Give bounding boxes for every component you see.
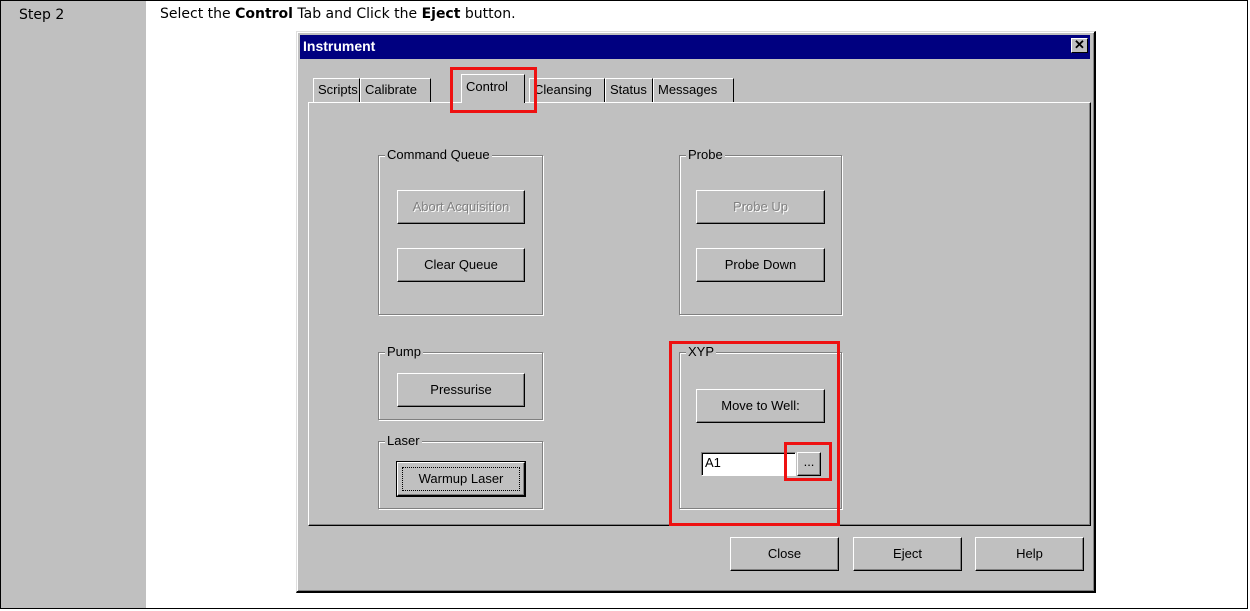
tab-scripts[interactable]: Scripts	[313, 78, 360, 102]
warmup-laser-button[interactable]: Warmup Laser	[396, 461, 526, 497]
dialog-title: Instrument	[303, 38, 376, 54]
tab-calibrate[interactable]: Calibrate	[360, 78, 431, 102]
focus-ring	[402, 467, 520, 491]
abort-acquisition-button[interactable]: Abort Acquisition	[397, 190, 525, 224]
probe-up-button[interactable]: Probe Up	[696, 190, 825, 224]
instruction-part: button.	[460, 6, 516, 22]
step-label: Step 2	[19, 7, 65, 23]
tab-control[interactable]: Control	[461, 74, 525, 103]
move-to-well-button[interactable]: Move to Well:	[696, 389, 825, 423]
clear-queue-button[interactable]: Clear Queue	[397, 248, 525, 282]
help-button[interactable]: Help	[975, 537, 1084, 571]
instrument-dialog: Instrument ✕ Scripts Calibrate Control C…	[296, 31, 1096, 593]
well-input[interactable]: A1	[701, 452, 796, 476]
tab-messages[interactable]: Messages	[653, 78, 734, 102]
dialog-titlebar[interactable]: Instrument ✕	[300, 35, 1090, 59]
instruction-part: Tab and Click the	[292, 6, 422, 22]
laser-group: Laser Warmup Laser	[378, 433, 543, 509]
close-icon[interactable]: ✕	[1071, 38, 1088, 53]
laser-label: Laser	[385, 433, 422, 449]
instruction-part: Select the	[160, 6, 236, 22]
browse-well-button[interactable]: ...	[797, 452, 821, 476]
probe-down-button[interactable]: Probe Down	[696, 248, 825, 282]
command-queue-label: Command Queue	[385, 147, 492, 163]
tab-status[interactable]: Status	[605, 78, 653, 102]
pressurise-button[interactable]: Pressurise	[397, 373, 525, 407]
pump-label: Pump	[385, 344, 423, 360]
xyp-label: XYP	[686, 344, 717, 360]
close-button[interactable]: Close	[730, 537, 839, 571]
xyp-group: XYP Move to Well: A1 ...	[679, 344, 842, 509]
probe-label: Probe	[686, 147, 725, 163]
tab-cleansing[interactable]: Cleansing	[529, 78, 605, 102]
command-queue-group: Command Queue Abort Acquisition Clear Qu…	[378, 147, 543, 315]
instruction-eject-word: Eject	[421, 6, 461, 22]
control-tab-panel: Command Queue Abort Acquisition Clear Qu…	[308, 102, 1091, 526]
eject-button[interactable]: Eject	[853, 537, 962, 571]
instruction-control-word: Control	[235, 6, 293, 22]
step-cell: Step 2	[0, 0, 147, 609]
probe-group: Probe Probe Up Probe Down	[679, 147, 842, 315]
instruction-text: Select the Control Tab and Click the Eje…	[160, 6, 516, 22]
pump-group: Pump Pressurise	[378, 344, 543, 420]
